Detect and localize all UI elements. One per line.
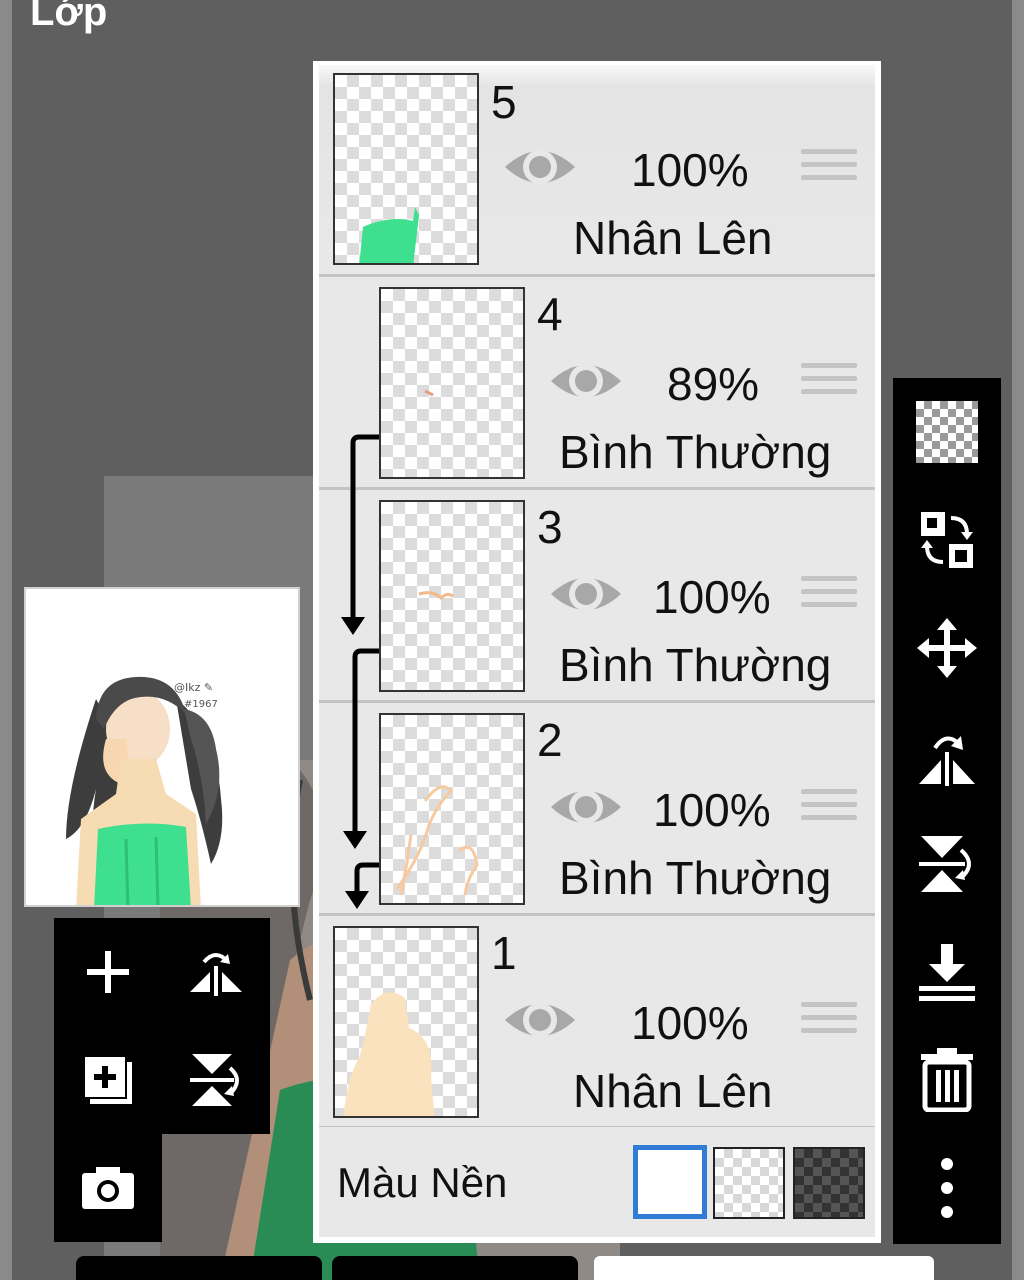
layer-actions-toolbar — [893, 378, 1001, 1244]
svg-text:#1967: #1967 — [184, 699, 218, 710]
merge-down-icon — [919, 944, 975, 1001]
drag-handle-icon[interactable] — [801, 789, 857, 837]
trash-icon — [921, 1048, 973, 1112]
flip-layer-horizontal-button[interactable] — [162, 918, 270, 1026]
flip-horizontal-icon — [190, 953, 242, 996]
bottom-tool-stub-1[interactable] — [76, 1256, 322, 1280]
drag-handle-icon[interactable] — [801, 149, 857, 197]
flip-vertical-icon — [190, 1054, 239, 1106]
layer-tools-palette-ext — [54, 1134, 162, 1242]
layer-thumbnail — [379, 287, 525, 479]
bottom-tool-stub-3[interactable] — [594, 1256, 934, 1280]
layer-row-5[interactable]: 5 100% Nhân Lên — [319, 65, 875, 275]
flip-vertical-button[interactable] — [893, 810, 1001, 918]
background-color-label: Màu Nền — [337, 1159, 508, 1206]
flip-horizontal-icon — [919, 736, 975, 786]
eye-icon[interactable] — [503, 141, 577, 193]
eye-icon[interactable] — [549, 568, 623, 620]
merge-down-button[interactable] — [893, 918, 1001, 1026]
blend-mode[interactable]: Bình Thường — [559, 425, 831, 479]
move-icon — [917, 618, 977, 678]
layer-panel: 5 100% Nhân Lên 4 89% Bình Thường 3 100%… — [313, 61, 881, 1243]
transparency-button[interactable] — [893, 378, 1001, 486]
canvas-preview[interactable]: @Ikz ✎ #1967 — [24, 587, 300, 907]
screen-frame-left — [0, 0, 12, 1280]
more-options-button[interactable] — [893, 1134, 1001, 1242]
layer-opacity[interactable]: 100% — [653, 570, 771, 624]
svg-text:@Ikz ✎: @Ikz ✎ — [174, 681, 213, 694]
drag-handle-icon[interactable] — [801, 363, 857, 411]
layer-number: 3 — [537, 501, 563, 553]
screen-title: Lớp — [30, 0, 108, 34]
background-white-swatch[interactable] — [633, 1145, 707, 1219]
flip-layer-vertical-button[interactable] — [162, 1026, 270, 1134]
layer-tools-palette — [54, 918, 270, 1134]
layer-number: 5 — [491, 76, 517, 128]
background-dark-swatch[interactable] — [793, 1147, 865, 1219]
layer-opacity[interactable]: 100% — [653, 783, 771, 837]
layer-number: 2 — [537, 714, 563, 766]
layer-thumbnail — [379, 500, 525, 692]
layer-row-4[interactable]: 4 89% Bình Thường — [319, 277, 875, 487]
drag-handle-icon[interactable] — [801, 1002, 857, 1050]
move-button[interactable] — [893, 594, 1001, 702]
layer-thumbnail — [333, 926, 479, 1118]
background-color-row: Màu Nền — [319, 1127, 875, 1237]
add-layer-copy-icon — [83, 1055, 132, 1104]
layer-thumbnail — [379, 713, 525, 905]
layer-thumbnail — [333, 73, 479, 265]
screen-frame-right — [1012, 0, 1024, 1280]
add-layer-button[interactable] — [54, 918, 162, 1026]
more-vert-icon — [941, 1158, 953, 1218]
eye-icon[interactable] — [549, 781, 623, 833]
blend-mode[interactable]: Bình Thường — [559, 851, 831, 905]
eye-icon[interactable] — [549, 355, 623, 407]
layer-opacity[interactable]: 100% — [631, 143, 749, 197]
drag-handle-icon[interactable] — [801, 576, 857, 624]
layer-opacity[interactable]: 100% — [631, 996, 749, 1050]
blend-mode[interactable]: Nhân Lên — [573, 1064, 773, 1118]
eye-icon[interactable] — [503, 994, 577, 1046]
bottom-tool-stub-2[interactable] — [332, 1256, 578, 1280]
flip-horizontal-button[interactable] — [893, 702, 1001, 810]
layer-row-2[interactable]: 2 100% Bình Thường — [319, 703, 875, 913]
layer-number: 4 — [537, 288, 563, 340]
blend-mode[interactable]: Nhân Lên — [573, 211, 773, 265]
swap-layers-button[interactable] — [893, 486, 1001, 594]
add-layer-copy-button[interactable] — [54, 1026, 162, 1134]
layer-row-3[interactable]: 3 100% Bình Thường — [319, 490, 875, 700]
camera-button[interactable] — [54, 1134, 162, 1242]
background-transparent-swatch[interactable] — [713, 1147, 785, 1219]
transparency-checker-icon — [916, 401, 978, 463]
swap-layers-icon — [921, 512, 973, 568]
add-layer-icon — [87, 951, 129, 993]
layer-opacity[interactable]: 89% — [667, 357, 759, 411]
camera-icon — [82, 1167, 134, 1209]
layer-number: 1 — [491, 927, 517, 979]
flip-vertical-icon — [919, 836, 971, 892]
clipping-arrows — [341, 434, 379, 909]
layer-row-1[interactable]: 1 100% Nhân Lên — [319, 916, 875, 1126]
delete-layer-button[interactable] — [893, 1026, 1001, 1134]
blend-mode[interactable]: Bình Thường — [559, 638, 831, 692]
